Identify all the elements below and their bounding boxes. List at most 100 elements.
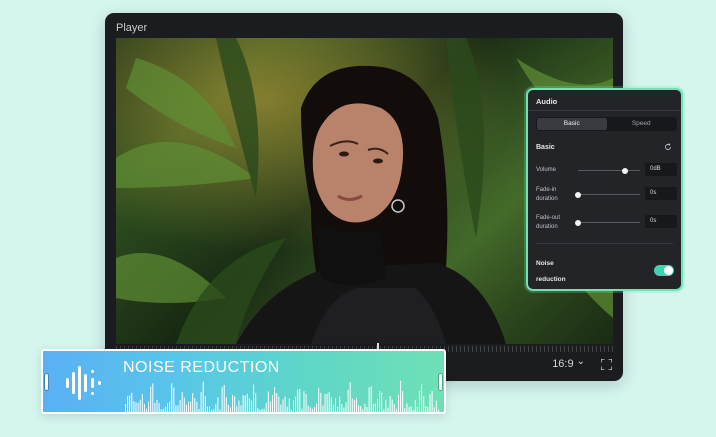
waveform-bar xyxy=(127,396,129,412)
waveform-bar xyxy=(387,407,389,412)
audio-tabs: Basic Speed xyxy=(536,117,677,131)
waveform-bar xyxy=(282,399,284,412)
reset-icon[interactable] xyxy=(664,143,672,151)
waveform-bar xyxy=(305,394,307,412)
fade-in-slider[interactable] xyxy=(575,191,640,198)
waveform-bar xyxy=(326,393,328,412)
waveform-bar xyxy=(143,403,145,412)
left-trim-handle[interactable] xyxy=(45,374,48,390)
waveform-bar xyxy=(230,407,231,412)
waveform-bar xyxy=(206,406,208,412)
tab-speed[interactable]: Speed xyxy=(607,118,677,130)
waveform-bar xyxy=(309,407,311,412)
waveform-bar xyxy=(213,409,215,412)
waveform-bar xyxy=(412,409,414,412)
waveform-bar xyxy=(311,408,313,412)
waveform-bar xyxy=(351,398,353,412)
waveform-bar xyxy=(356,397,357,412)
waveform-bar xyxy=(423,395,425,412)
waveform-bar xyxy=(139,399,141,412)
waveform-bar xyxy=(295,396,297,412)
waveform-bar xyxy=(341,404,343,412)
waveform-bar xyxy=(301,408,303,412)
volume-slider[interactable] xyxy=(578,167,640,174)
waveform-bar xyxy=(240,405,242,412)
waveform-bar xyxy=(368,387,370,412)
waveform-bar xyxy=(198,409,200,412)
waveform-bar xyxy=(429,394,431,412)
waveform-bar xyxy=(372,404,374,412)
fade-out-value-field[interactable]: 0s xyxy=(645,215,677,228)
waveform-bar xyxy=(402,391,404,412)
waveform-bar xyxy=(179,400,181,412)
waveform-bar xyxy=(276,393,278,412)
waveform-bar xyxy=(339,396,341,412)
waveform-bar xyxy=(190,401,192,412)
waveform-bar xyxy=(377,398,378,412)
waveform-bar xyxy=(183,397,185,412)
waveform-bar xyxy=(160,409,162,412)
waveform-bar xyxy=(255,393,257,412)
waveform-bar xyxy=(353,399,355,412)
waveform-bar xyxy=(307,405,309,412)
noise-reduction-label: Noise reduction xyxy=(536,260,566,283)
waveform-bar xyxy=(148,401,150,412)
waveform-bar xyxy=(437,409,439,412)
fade-in-value-field[interactable]: 0s xyxy=(645,187,677,200)
waveform-bar xyxy=(328,391,330,412)
waveform-bar xyxy=(232,394,234,412)
waveform-bar xyxy=(381,392,383,412)
waveform-bar xyxy=(156,399,158,412)
panel-divider xyxy=(536,243,673,244)
waveform-bar xyxy=(154,402,156,412)
fade-in-slider-knob[interactable] xyxy=(575,191,581,198)
waveform-bar xyxy=(431,390,433,412)
volume-slider-knob[interactable] xyxy=(621,167,628,174)
waveform-bar xyxy=(395,408,397,412)
panel-divider xyxy=(528,110,681,111)
waveform-bar xyxy=(314,407,315,412)
waveform-bar xyxy=(433,407,435,412)
waveform-bar xyxy=(414,400,416,412)
waveform-bar xyxy=(188,402,189,412)
waveform-bar xyxy=(125,404,126,412)
waveform-bar xyxy=(284,396,286,412)
waveform-bar xyxy=(173,387,175,412)
waveform-bar xyxy=(133,401,135,412)
aspect-ratio-dropdown[interactable]: 16:9 ⌄ xyxy=(552,356,585,371)
waveform-bar xyxy=(175,405,177,412)
fade-out-slider-knob[interactable] xyxy=(575,219,581,226)
volume-label: Volume xyxy=(536,167,557,173)
waveform-bar xyxy=(196,401,198,412)
player-title: Player xyxy=(116,22,148,34)
waveform-bar xyxy=(162,408,164,412)
waveform-bar xyxy=(393,404,395,412)
waveform-bar xyxy=(200,391,202,412)
waveform-bar xyxy=(343,407,345,412)
waveform-bar xyxy=(274,387,276,412)
waveform-bar xyxy=(261,409,263,412)
waveform-bar xyxy=(219,409,221,412)
waveform-bar xyxy=(248,398,250,412)
audio-panel-title: Audio xyxy=(536,97,558,106)
tab-basic[interactable]: Basic xyxy=(537,118,607,130)
waveform-bar xyxy=(404,408,406,412)
waveform-bar xyxy=(217,397,219,412)
volume-value-field[interactable]: 0dB xyxy=(645,163,677,176)
waveform-bar xyxy=(167,403,168,412)
waveform-bar xyxy=(215,404,217,412)
waveform-bar xyxy=(202,381,204,412)
fullscreen-icon[interactable] xyxy=(601,359,612,370)
waveform-bar xyxy=(303,391,305,412)
waveform-bar xyxy=(129,395,131,412)
waveform-bar xyxy=(425,405,427,412)
waveform-bar xyxy=(335,398,336,412)
waveform-bar xyxy=(345,402,347,412)
waveform-bar xyxy=(286,406,288,412)
waveform-bar xyxy=(435,400,437,412)
waveform-bar xyxy=(419,391,420,412)
fade-out-slider[interactable] xyxy=(575,219,640,226)
noise-reduction-toggle[interactable] xyxy=(654,265,674,276)
waveform-bar xyxy=(288,398,290,412)
toggle-knob xyxy=(664,266,673,275)
